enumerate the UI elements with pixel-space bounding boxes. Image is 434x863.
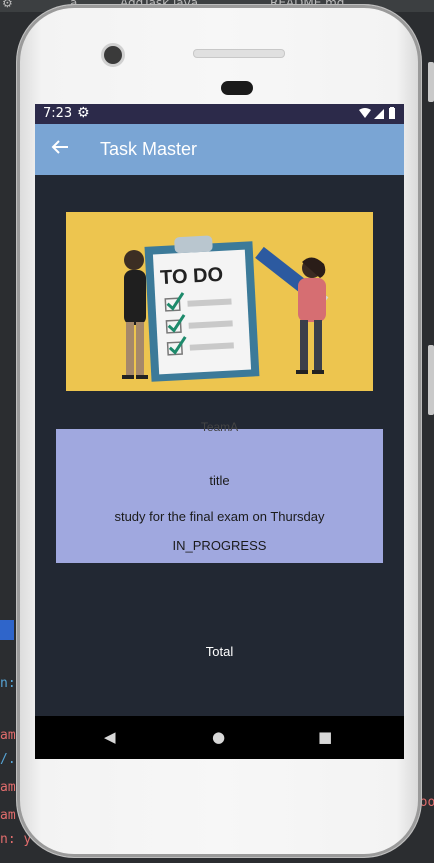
volume-button[interactable] — [428, 345, 434, 415]
top-slot — [193, 49, 285, 58]
task-team: TeamA — [200, 420, 239, 434]
ide-settings-icon[interactable]: ⚙ — [2, 0, 13, 10]
task-title: title — [209, 473, 230, 488]
android-nav-bar: ◀ ● ■ — [35, 716, 404, 759]
power-button[interactable] — [428, 62, 434, 102]
signal-battery-icons — [358, 107, 398, 124]
earpiece-speaker — [221, 81, 253, 95]
status-time: 7:23 — [43, 106, 73, 121]
settings-gear-icon: ⚙ — [77, 105, 90, 121]
task-state: IN_PROGRESS — [172, 538, 267, 553]
ide-code-line: n: — [0, 676, 16, 691]
page-title: Task Master — [100, 139, 198, 159]
ide-code-line: /. — [0, 752, 16, 767]
task-card[interactable]: TeamA title study for the final exam on … — [56, 420, 383, 563]
ide-side-marker — [0, 620, 14, 640]
nav-home-icon[interactable]: ● — [212, 728, 225, 746]
todo-text: TO DO — [160, 264, 224, 289]
ide-code-line: am — [0, 728, 16, 743]
ide-code-line: am — [0, 808, 16, 823]
nav-back-icon[interactable]: ◀ — [104, 728, 116, 746]
front-camera — [101, 43, 125, 67]
nav-recents-icon[interactable]: ■ — [318, 728, 332, 746]
status-bar: 7:23 ⚙ — [35, 104, 404, 124]
total-label: Total — [205, 644, 234, 659]
ide-code-line: am — [0, 780, 16, 795]
app-bar: Task Master — [35, 124, 404, 175]
todo-illustration: TO DO — [66, 212, 373, 391]
device-screen: 7:23 ⚙ Task Master TO DO TeamA title stu… — [35, 104, 404, 759]
task-body: study for the final exam on Thursday — [114, 509, 325, 524]
back-arrow-icon[interactable] — [51, 136, 69, 160]
